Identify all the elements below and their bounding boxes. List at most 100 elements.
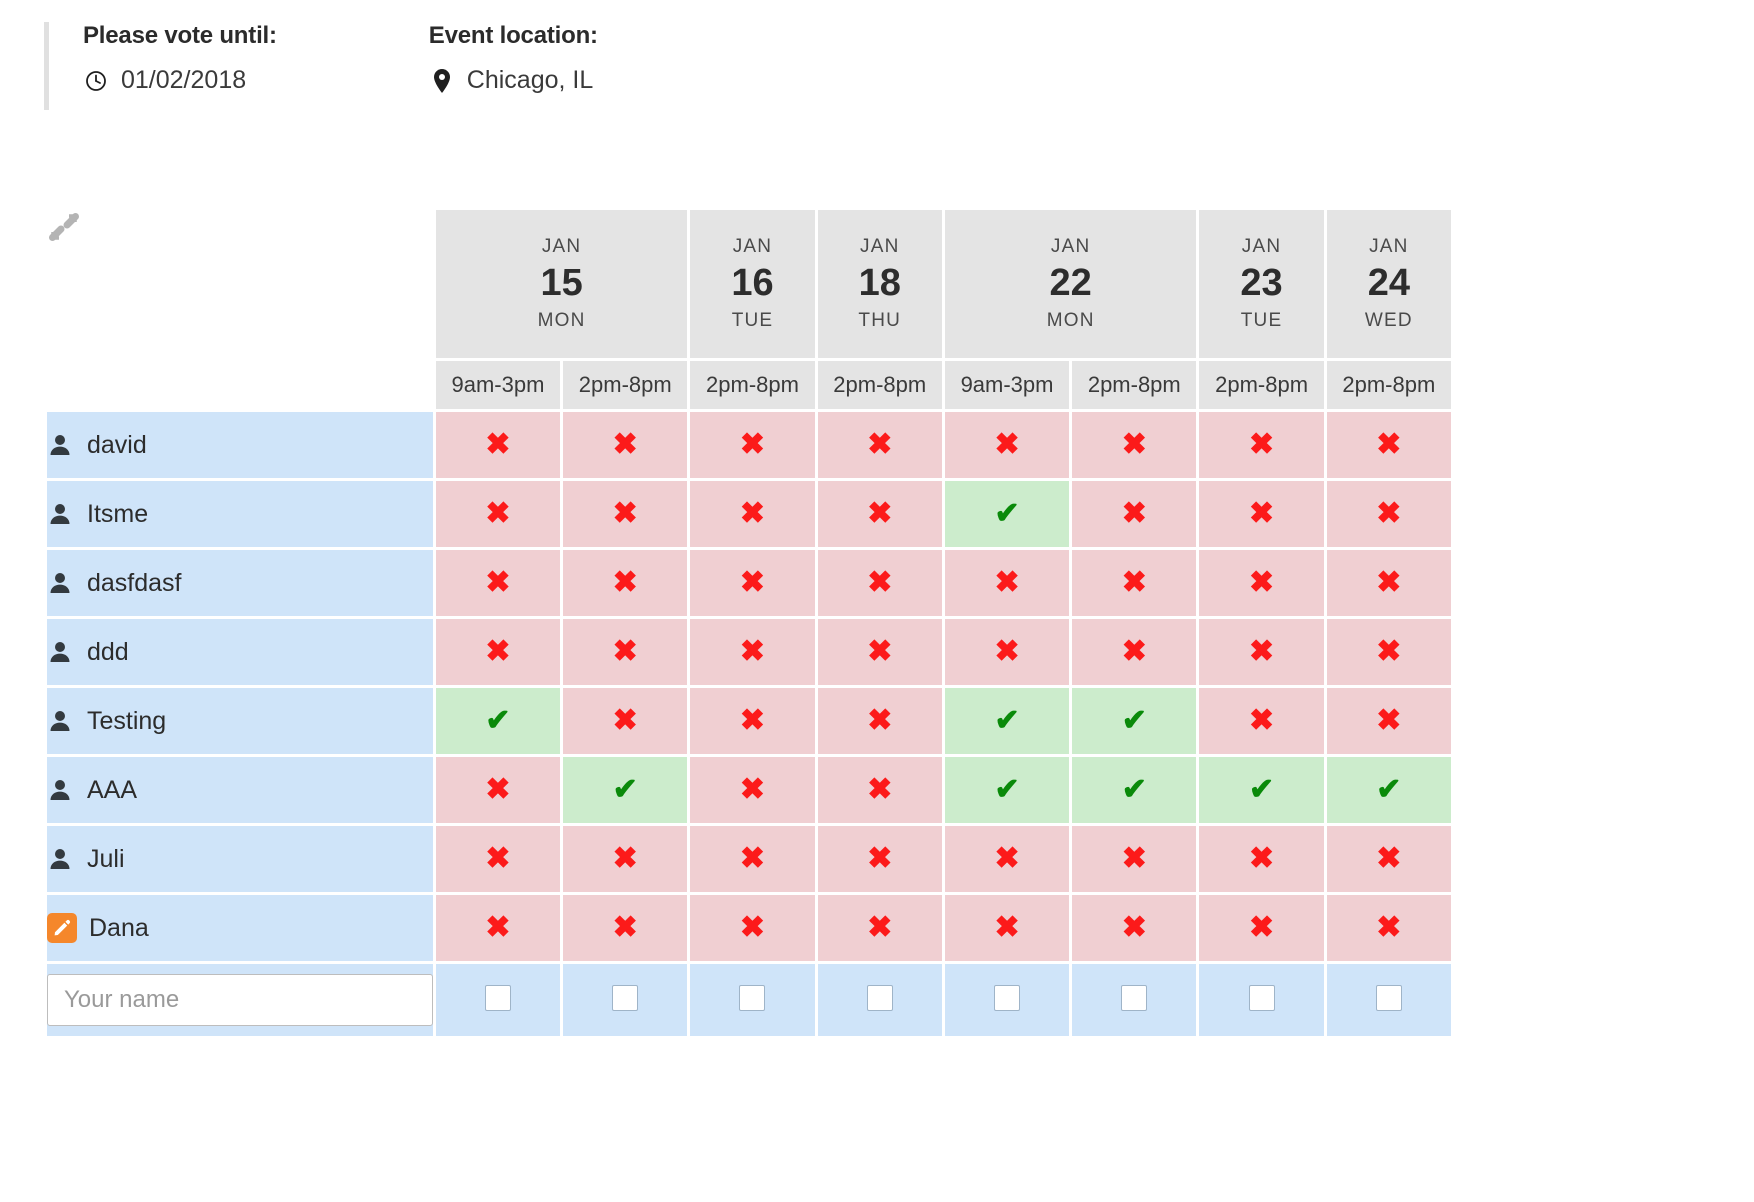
cross-icon: ✖ [867, 497, 893, 530]
name-input[interactable] [47, 974, 433, 1026]
person-icon [47, 501, 73, 527]
participant-name: david [87, 430, 147, 459]
vote-checkbox[interactable] [739, 984, 766, 1011]
vote-checkbox-cell-7[interactable] [1199, 964, 1324, 1036]
vote-cell-no: ✖ [1326, 412, 1451, 478]
table-row: Dana ✖ ✖ ✖ ✖ ✖ ✖ ✖ ✖ [47, 895, 1451, 961]
location-block: Event location: Chicago, IL [429, 22, 598, 95]
vote-cell-yes: ✔ [563, 757, 688, 823]
time-slot-header-5[interactable]: 9am-3pm [944, 361, 1070, 409]
cross-icon: ✖ [1121, 566, 1147, 599]
cross-icon: ✖ [867, 566, 893, 599]
cross-icon: ✖ [485, 773, 511, 806]
deadline-label: Please vote until: [83, 22, 277, 49]
vote-checkbox-cell-6[interactable] [1072, 964, 1197, 1036]
deadline-block: Please vote until: 01/02/2018 [83, 22, 277, 95]
vote-checkbox-cell-3[interactable] [690, 964, 815, 1036]
date-header-jan-16[interactable]: JAN 16 TUE [690, 210, 815, 358]
vote-checkbox[interactable] [1121, 984, 1148, 1011]
vote-cell-no: ✖ [563, 895, 688, 961]
cross-icon: ✖ [1376, 428, 1402, 461]
vote-cell-no: ✖ [1072, 481, 1197, 547]
vote-checkbox[interactable] [1248, 984, 1275, 1011]
vote-cell-no: ✖ [690, 550, 815, 616]
cross-icon: ✖ [1248, 842, 1275, 875]
vote-cell-no: ✖ [944, 619, 1070, 685]
time-slot-header-2[interactable]: 2pm-8pm [563, 361, 688, 409]
table-row: AAA ✖ ✔ ✖ ✖ ✔ ✔ ✔ ✔ [47, 757, 1451, 823]
participant-name: ddd [87, 637, 129, 666]
cross-icon: ✖ [867, 635, 893, 668]
vote-checkbox-cell-2[interactable] [563, 964, 688, 1036]
vote-checkbox-cell-4[interactable] [817, 964, 942, 1036]
vote-checkbox[interactable] [866, 984, 893, 1011]
cross-icon: ✖ [739, 428, 766, 461]
table-row: ddd ✖ ✖ ✖ ✖ ✖ ✖ ✖ ✖ [47, 619, 1451, 685]
date-day: 16 [731, 262, 774, 305]
cross-icon: ✖ [1248, 566, 1275, 599]
time-slot-header-4[interactable]: 2pm-8pm [817, 361, 942, 409]
vote-cell-no: ✖ [435, 826, 561, 892]
vote-checkbox[interactable] [484, 984, 511, 1011]
check-icon: ✔ [994, 773, 1020, 806]
date-header-jan-15[interactable]: JAN 15 MON [435, 210, 688, 358]
vote-cell-no: ✖ [817, 412, 942, 478]
vote-cell-no: ✖ [1072, 826, 1197, 892]
participant-name-cell: Itsme [47, 481, 433, 547]
vote-checkbox[interactable] [994, 984, 1021, 1011]
cross-icon: ✖ [739, 911, 766, 944]
check-icon: ✔ [994, 497, 1020, 530]
time-slot-header-8[interactable]: 2pm-8pm [1326, 361, 1451, 409]
vote-cell-no: ✖ [435, 550, 561, 616]
vote-cell-no: ✖ [435, 757, 561, 823]
participant-name-cell: david [47, 412, 433, 478]
cross-icon: ✖ [867, 428, 893, 461]
cross-icon: ✖ [994, 428, 1020, 461]
vote-cell-no: ✖ [435, 481, 561, 547]
event-info-bar: Please vote until: 01/02/2018 Event loca… [44, 22, 598, 110]
vote-cell-no: ✖ [690, 412, 815, 478]
vote-cell-no: ✖ [563, 550, 688, 616]
edit-pencil-icon[interactable] [47, 913, 77, 943]
cross-icon: ✖ [1376, 635, 1402, 668]
vote-cell-no: ✖ [817, 481, 942, 547]
date-header-jan-22[interactable]: JAN 22 MON [944, 210, 1197, 358]
collapse-arrows-icon[interactable] [47, 210, 81, 244]
cross-icon: ✖ [739, 497, 766, 530]
time-slot-header-6[interactable]: 2pm-8pm [1072, 361, 1197, 409]
date-header-jan-24[interactable]: JAN 24 WED [1326, 210, 1451, 358]
vote-cell-no: ✖ [435, 412, 561, 478]
vote-cell-yes: ✔ [1072, 688, 1197, 754]
vote-checkbox-cell-1[interactable] [435, 964, 561, 1036]
vote-checkbox[interactable] [612, 984, 639, 1011]
vote-cell-no: ✖ [690, 895, 815, 961]
check-icon: ✔ [994, 704, 1020, 737]
check-icon: ✔ [1248, 773, 1275, 806]
new-vote-row [47, 964, 1451, 1036]
check-icon: ✔ [485, 704, 511, 737]
table-row: Itsme ✖ ✖ ✖ ✖ ✔ ✖ ✖ ✖ [47, 481, 1451, 547]
cross-icon: ✖ [1121, 842, 1147, 875]
vote-cell-no: ✖ [1326, 895, 1451, 961]
time-slot-header-1[interactable]: 9am-3pm [435, 361, 561, 409]
date-header-jan-23[interactable]: JAN 23 TUE [1199, 210, 1324, 358]
vote-checkbox[interactable] [1375, 984, 1402, 1011]
map-pin-icon [429, 68, 455, 93]
vote-cell-no: ✖ [1072, 412, 1197, 478]
date-header-jan-18[interactable]: JAN 18 THU [817, 210, 942, 358]
time-slot-header-7[interactable]: 2pm-8pm [1199, 361, 1324, 409]
cross-icon: ✖ [739, 566, 766, 599]
vote-checkbox-cell-8[interactable] [1326, 964, 1451, 1036]
time-slot-header-3[interactable]: 2pm-8pm [690, 361, 815, 409]
vote-cell-no: ✖ [563, 481, 688, 547]
date-weekday: THU [858, 309, 902, 331]
cross-icon: ✖ [867, 842, 893, 875]
cross-icon: ✖ [867, 704, 893, 737]
vote-cell-no: ✖ [1072, 550, 1197, 616]
poll-table-wrapper: JAN 15 MON JAN 16 TUE JAN 18 THU JAN 22 MON JAN 23 TUE… [44, 207, 1454, 1039]
date-day: 22 [1049, 262, 1092, 305]
cross-icon: ✖ [994, 566, 1020, 599]
cross-icon: ✖ [1121, 428, 1147, 461]
vote-checkbox-cell-5[interactable] [944, 964, 1070, 1036]
date-weekday: WED [1364, 309, 1413, 331]
